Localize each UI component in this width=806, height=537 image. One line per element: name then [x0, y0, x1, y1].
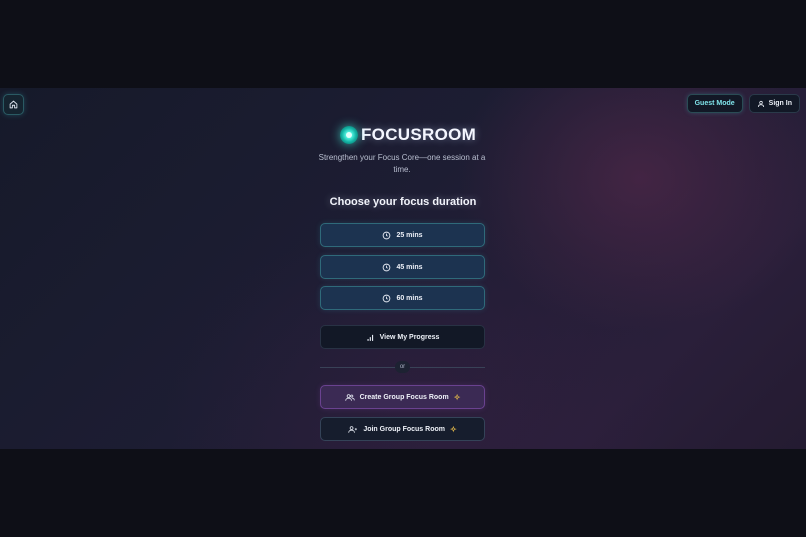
user-icon [757, 100, 764, 107]
brand-logo: FOCUSROOM [340, 125, 476, 145]
sign-in-button[interactable]: Sign In [748, 94, 800, 113]
view-progress-label: View My Progress [379, 333, 440, 341]
clock-icon [383, 263, 391, 271]
sparkle-icon: ✧ [453, 392, 461, 402]
home-button[interactable] [3, 94, 24, 115]
guest-mode-button[interactable]: Guest Mode [686, 94, 743, 113]
user-plus-icon [348, 425, 358, 433]
duration-25-button[interactable]: 25 mins [320, 223, 485, 247]
header-actions: Guest Mode Sign In [686, 94, 800, 113]
duration-45-button[interactable]: 45 mins [320, 255, 485, 279]
duration-45-label: 45 mins [396, 263, 423, 271]
view-progress-button[interactable]: View My Progress [320, 325, 485, 349]
divider-or: or [395, 361, 410, 373]
join-group-room-label: Join Group Focus Room [363, 425, 445, 433]
duration-heading: Choose your focus duration [329, 196, 477, 208]
focus-core-icon [340, 126, 358, 144]
home-icon [9, 100, 18, 109]
duration-60-label: 60 mins [396, 294, 423, 302]
clock-icon [383, 294, 391, 302]
sign-in-label: Sign In [768, 100, 792, 107]
join-group-room-button[interactable]: Join Group Focus Room ✧ [320, 417, 485, 441]
tagline: Strengthen your Focus Core—one session a… [318, 153, 486, 174]
clock-icon [383, 231, 391, 239]
duration-60-button[interactable]: 60 mins [320, 286, 485, 310]
create-group-room-label: Create Group Focus Room [359, 393, 449, 401]
duration-25-label: 25 mins [396, 231, 423, 239]
users-icon [344, 393, 355, 401]
sparkle-icon: ✧ [449, 424, 457, 434]
create-group-room-button[interactable]: Create Group Focus Room ✧ [320, 385, 485, 409]
bar-chart-icon [367, 334, 373, 341]
brand-name: FOCUSROOM [361, 125, 477, 144]
guest-mode-label: Guest Mode [694, 100, 735, 107]
focusroom-app: Guest Mode Sign In FOCUSROOM Strengthen … [0, 88, 806, 449]
